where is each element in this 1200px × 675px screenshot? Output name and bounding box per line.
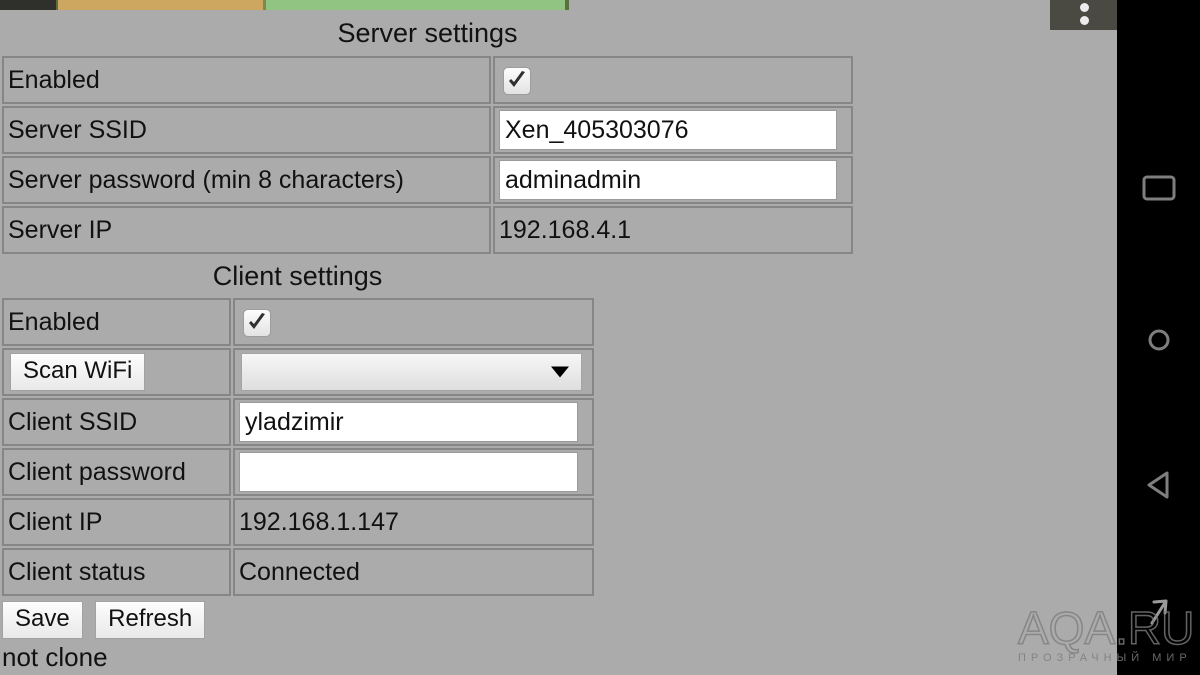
recents-square-icon[interactable] [1117, 153, 1200, 223]
server-ssid-input[interactable] [499, 110, 837, 150]
action-button-row: Save Refresh [2, 601, 206, 639]
table-row: Enabled [2, 298, 594, 346]
strip-segment-empty [569, 0, 1117, 10]
overflow-dot-1 [1079, 3, 1089, 12]
server-settings-table: Enabled Server SSID Xen_405303076 Server… [0, 54, 855, 256]
client-status-label: Client status [2, 548, 231, 596]
table-row: Client status Connected [2, 548, 594, 596]
back-triangle-icon[interactable] [1117, 450, 1200, 520]
client-enabled-cell [233, 298, 594, 346]
browser-viewport: Server settings Enabled Server SSID Xen_… [0, 0, 1117, 675]
client-ip-label: Client IP [2, 498, 231, 546]
server-password-cell [493, 156, 853, 204]
server-ssid-cell [493, 106, 853, 154]
server-password-label: Server password (min 8 characters) [2, 156, 491, 204]
overflow-dot-2 [1079, 16, 1089, 25]
overflow-menu-button[interactable] [1050, 0, 1117, 30]
server-ip-value: 192.168.4.1 [493, 206, 853, 254]
expand-chevron-icon[interactable] [1117, 578, 1200, 648]
android-navigation-bar [1117, 0, 1200, 675]
server-enabled-cell [493, 56, 853, 104]
table-row: Client password [2, 448, 594, 496]
server-settings-heading: Server settings [337, 18, 518, 48]
save-button[interactable]: Save [2, 601, 83, 639]
client-ip-value: 192.168.1.147 [233, 498, 594, 546]
table-row: Server SSID [2, 106, 853, 154]
network-select-dropdown[interactable] [241, 353, 582, 391]
server-ssid-label: Server SSID [2, 106, 491, 154]
table-row: Server IP 192.168.4.1 [2, 206, 853, 254]
screen-root: Server settings Enabled Server SSID Xen_… [0, 0, 1200, 675]
strip-segment-dark [0, 0, 56, 10]
server-enabled-checkbox[interactable] [503, 66, 531, 95]
client-enabled-label: Enabled [2, 298, 231, 346]
client-settings-table: Enabled Scan WiFi Client SSID yladzimir … [0, 296, 596, 598]
server-password-input[interactable] [499, 160, 837, 200]
strip-segment-tan [58, 0, 263, 10]
table-row: Client IP 192.168.1.147 [2, 498, 594, 546]
scan-wifi-cell: Scan WiFi [2, 348, 231, 396]
top-color-strip [0, 0, 1117, 10]
server-enabled-label: Enabled [2, 56, 491, 104]
client-ssid-label: Client SSID [2, 398, 231, 446]
refresh-button[interactable]: Refresh [95, 601, 206, 639]
client-password-label: Client password [2, 448, 231, 496]
client-status-value: Connected [233, 548, 594, 596]
client-ssid-input[interactable] [239, 402, 578, 442]
network-dropdown-cell [233, 348, 594, 396]
client-settings-heading: Client settings [212, 261, 383, 291]
client-ssid-cell [233, 398, 594, 446]
table-row: Server password (min 8 characters) [2, 156, 853, 204]
client-password-cell [233, 448, 594, 496]
table-row: Enabled [2, 56, 853, 104]
table-row: Scan WiFi [2, 348, 594, 396]
chevron-down-icon [551, 366, 569, 378]
client-password-input[interactable] [239, 452, 578, 492]
table-row: Client SSID [2, 398, 594, 446]
strip-segment-green [266, 0, 565, 10]
status-message: not clone [2, 642, 108, 672]
scan-wifi-button[interactable]: Scan WiFi [10, 353, 146, 391]
server-ip-label: Server IP [2, 206, 491, 254]
client-enabled-checkbox[interactable] [243, 308, 271, 337]
home-circle-icon[interactable] [1117, 305, 1200, 375]
